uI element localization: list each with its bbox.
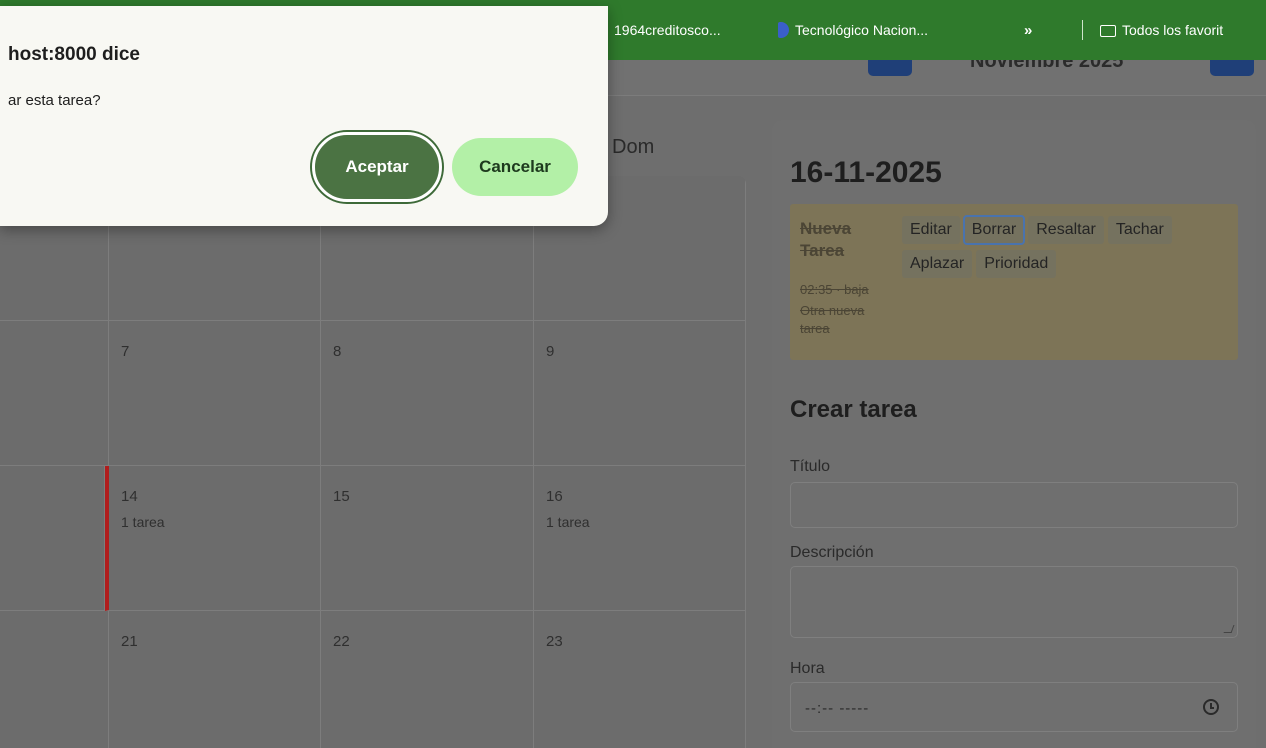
day-detail-panel: 16-11-2025 Nueva Tarea 02:35 · baja Otra… [772,120,1256,748]
dialog-title: host:8000 dice [8,44,140,65]
titulo-label: Título [790,458,831,475]
descripcion-textarea[interactable] [790,566,1238,638]
task-card: Nueva Tarea 02:35 · baja Otra nueva tare… [790,204,1238,360]
task-count: 1 tarea [546,514,590,530]
hora-label: Hora [790,660,825,677]
day-number: 16 [546,488,563,505]
calendar-day-cell[interactable]: 23 [534,611,746,748]
bookmark-creditos[interactable]: 1964creditosco... [614,22,721,38]
calendar-day-cell[interactable]: 15 [321,466,534,611]
double-chevron-right-icon: » [1024,22,1033,39]
descripcion-label: Descripción [790,544,874,561]
task-description: Otra nueva tarea [800,303,865,336]
hora-value: --:-- ----- [805,700,870,717]
bookmarks-divider [1082,20,1083,40]
bookmark-label: Tecnológico Nacion... [795,22,929,38]
more-bookmarks-button[interactable]: » [1024,22,1032,39]
hora-time-input[interactable]: --:-- ----- [790,682,1238,732]
calendar-day-cell[interactable]: 21 [109,611,321,748]
folder-icon [1100,25,1116,37]
day-number: 14 [121,488,138,505]
calendar-day-cell[interactable] [0,466,105,611]
bookmark-all-favorites[interactable]: Todos los favorit [1100,22,1223,38]
weekday-header-sunday: Dom [612,136,655,158]
tecnologico-favicon-icon [778,22,789,38]
highlight-task-button[interactable]: Resaltar [1028,216,1104,244]
strike-task-button[interactable]: Tachar [1107,216,1172,244]
bookmark-label: 1964creditosco... [614,22,721,38]
day-number: 21 [121,633,138,650]
calendar-day-cell-with-task[interactable]: 16 1 tarea [534,466,746,611]
selected-date-title: 16-11-2025 [790,156,942,189]
cancel-button[interactable]: Cancelar [452,138,578,196]
day-number: 15 [333,488,350,505]
month-title: Noviembre 2025 [970,60,1124,72]
calendar-day-cell[interactable]: 7 [109,321,321,466]
clock-icon[interactable] [1203,699,1219,715]
calendar-day-cell[interactable]: 8 [321,321,534,466]
next-month-button[interactable] [1210,60,1254,76]
create-task-title: Crear tarea [790,396,917,423]
confirm-dialog: host:8000 dice ar esta tarea? Aceptar Ca… [0,6,608,226]
delete-task-button[interactable]: Borrar [962,215,1026,245]
calendar-day-cell[interactable]: 9 [534,321,746,466]
dialog-message: ar esta tarea? [8,92,101,109]
calendar-day-cell-with-task[interactable]: 14 1 tarea [105,466,321,611]
titulo-input[interactable] [790,482,1238,528]
day-number: 9 [546,343,555,360]
calendar-day-cell[interactable] [0,611,109,748]
task-time-priority: 02:35 · baja [800,282,869,297]
day-number: 22 [333,633,350,650]
task-actions: Editar Borrar Resaltar Tachar Aplazar Pr… [902,215,1232,278]
edit-task-button[interactable]: Editar [902,216,960,244]
calendar-day-cell[interactable]: 22 [321,611,534,748]
day-number: 7 [121,343,130,360]
calendar-grid: 7 8 9 14 1 tarea 15 16 1 tarea 21 22 23 [0,176,746,748]
prev-month-button[interactable] [868,60,912,76]
postpone-task-button[interactable]: Aplazar [902,250,973,278]
calendar-day-cell[interactable] [0,321,109,466]
accept-button[interactable]: Aceptar [312,132,442,202]
task-count: 1 tarea [121,514,165,530]
resize-grip-icon[interactable] [1223,625,1235,633]
task-title: Nueva Tarea [800,219,852,260]
day-number: 23 [546,633,563,650]
bookmark-tecnologico[interactable]: Tecnológico Nacion... [778,22,928,38]
priority-task-button[interactable]: Prioridad [976,250,1057,278]
bookmark-label: Todos los favorit [1122,22,1224,38]
day-number: 8 [333,343,342,360]
